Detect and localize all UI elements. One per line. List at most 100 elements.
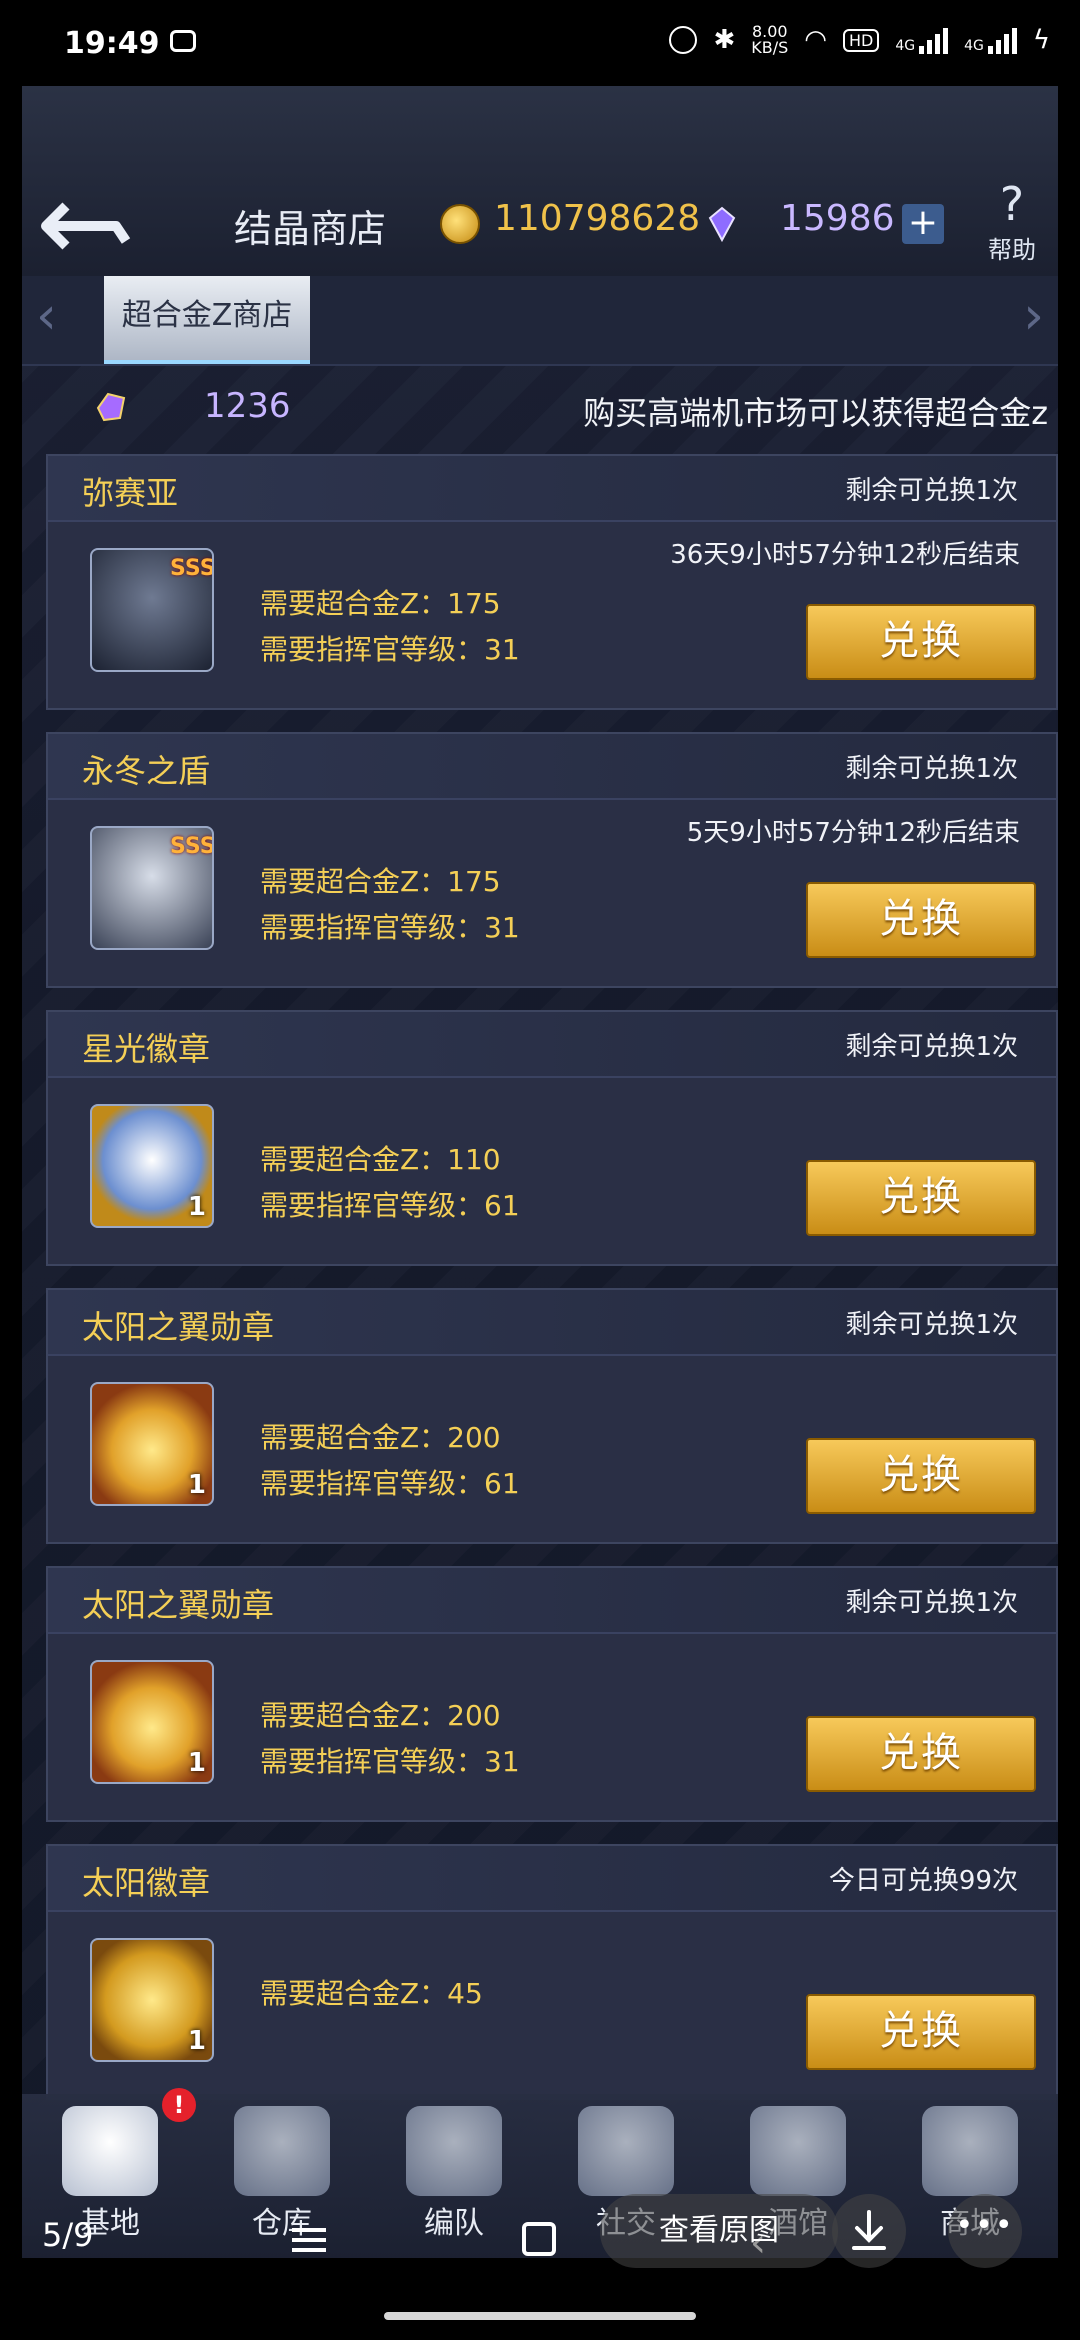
wifi-icon: ◠ — [804, 25, 827, 55]
tab-next-arrow-icon[interactable]: › — [1023, 286, 1044, 346]
item-thumbnail[interactable]: 1 — [90, 1104, 214, 1228]
charging-icon: ϟ — [1032, 25, 1050, 55]
required-alloy: 需要超合金Z：200 — [260, 1421, 501, 1454]
item-remaining: 剩余可兑换1次 — [845, 476, 1018, 506]
view-original-button[interactable]: 查看原图 — [600, 2194, 838, 2268]
net-speed-unit: KB/S — [751, 38, 789, 57]
nav-formation[interactable]: 编队 — [394, 2106, 514, 2241]
shop-item-card: 星光徽章 剩余可兑换1次 1 需要超合金Z：110 需要指挥官等级：61 兑换 — [46, 1010, 1058, 1266]
exchange-button[interactable]: 兑换 — [806, 882, 1036, 958]
gold-amount: 110798628 — [494, 198, 701, 239]
warehouse-icon — [234, 2106, 330, 2196]
download-button[interactable] — [832, 2194, 906, 2268]
help-label: 帮助 — [988, 236, 1036, 264]
helmet-icon — [406, 2106, 502, 2196]
shop-item-card: 太阳之翼勋章 剩余可兑换1次 1 需要超合金Z：200 需要指挥官等级：61 兑… — [46, 1288, 1058, 1544]
required-level: 需要指挥官等级：31 — [260, 911, 520, 944]
item-name: 太阳徽章 — [82, 1864, 211, 1902]
nav-warehouse[interactable]: 仓库 — [222, 2106, 342, 2241]
item-header: 太阳之翼勋章 剩余可兑换1次 — [48, 1290, 1056, 1356]
tab-alloy-z-shop[interactable]: 超合金Z商店 — [104, 276, 310, 364]
gold-coin-icon — [440, 204, 480, 244]
beer-mug-icon — [750, 2106, 846, 2196]
home-square-icon[interactable] — [522, 2222, 556, 2256]
item-thumbnail[interactable]: 1 — [90, 1382, 214, 1506]
required-level: 需要指挥官等级：61 — [260, 1467, 520, 1500]
more-options-button[interactable]: ••• — [948, 2194, 1022, 2268]
alloy-z-hint: 购买高端机市场可以获得超合金z — [583, 394, 1048, 432]
item-remaining: 今日可兑换99次 — [828, 1866, 1018, 1896]
rarity-badge: SSS — [170, 834, 214, 859]
exchange-button[interactable]: 兑换 — [806, 1716, 1036, 1792]
help-icon: ? — [999, 177, 1025, 231]
item-header: 太阳徽章 今日可兑换99次 — [48, 1846, 1056, 1912]
required-alloy: 需要超合金Z：45 — [260, 1977, 483, 2010]
hd-badge: HD — [842, 28, 880, 52]
game-screen: 结晶商店 110798628 15986 + ? 帮助 ‹ 超合金Z商店 › 1… — [22, 86, 1058, 2236]
signal-2-label: 4G — [964, 38, 984, 54]
required-alloy: 需要超合金Z：110 — [260, 1143, 501, 1176]
item-remaining: 剩余可兑换1次 — [845, 754, 1018, 784]
mall-robot-icon — [922, 2106, 1018, 2196]
item-remaining: 剩余可兑换1次 — [845, 1032, 1018, 1062]
status-icons: ✱ 8.00 KB/S ◠ HD 4G 4G ϟ — [669, 24, 1050, 56]
shop-header: 结晶商店 110798628 15986 + ? 帮助 — [22, 86, 1058, 276]
signal-1-bars-icon — [919, 26, 949, 54]
nav-label: 编队 — [424, 2206, 484, 2241]
download-icon — [852, 2210, 886, 2250]
exchange-button[interactable]: 兑换 — [806, 604, 1036, 680]
net-speed: 8.00 KB/S — [751, 24, 788, 56]
item-name: 弥赛亚 — [82, 474, 179, 512]
item-thumbnail[interactable]: SSS — [90, 826, 214, 950]
required-alloy: 需要超合金Z：200 — [260, 1699, 501, 1732]
exchange-button[interactable]: 兑换 — [806, 1438, 1036, 1514]
signal-1-label: 4G — [895, 38, 916, 54]
signal-2-bars-icon — [987, 26, 1017, 54]
signal-1: 4G — [895, 26, 949, 54]
tab-prev-arrow-icon[interactable]: ‹ — [36, 286, 57, 346]
item-count: 1 — [187, 1470, 206, 1500]
item-name: 太阳之翼勋章 — [82, 1586, 275, 1624]
required-alloy: 需要超合金Z：175 — [260, 587, 501, 620]
item-name: 星光徽章 — [82, 1030, 211, 1068]
shop-item-card: 弥赛亚 剩余可兑换1次 36天9小时57分钟12秒后结束 SSS 需要超合金Z：… — [46, 454, 1058, 710]
alloy-currency-row: 1236 购买高端机市场可以获得超合金z — [22, 376, 1058, 446]
item-name: 太阳之翼勋章 — [82, 1308, 275, 1346]
signal-2: 4G — [964, 26, 1017, 54]
exchange-button[interactable]: 兑换 — [806, 1160, 1036, 1236]
status-time: 19:49 — [64, 26, 160, 61]
tv-app-icon — [170, 30, 196, 52]
shop-title: 结晶商店 — [234, 207, 387, 251]
item-header: 永冬之盾 剩余可兑换1次 — [48, 734, 1056, 800]
required-level: 需要指挥官等级：31 — [260, 633, 520, 666]
item-thumbnail[interactable]: SSS — [90, 548, 214, 672]
item-header: 太阳之翼勋章 剩余可兑换1次 — [48, 1568, 1056, 1634]
menu-icon[interactable] — [290, 2224, 328, 2256]
page-indicator: 5/9 — [42, 2216, 94, 2254]
item-header: 弥赛亚 剩余可兑换1次 — [48, 456, 1056, 522]
back-arrow-icon — [41, 202, 131, 250]
exchange-button[interactable]: 兑换 — [806, 1994, 1036, 2070]
item-remaining: 剩余可兑换1次 — [845, 1588, 1018, 1618]
diamond-amount: 15986 — [780, 198, 895, 239]
shop-tab-bar: ‹ 超合金Z商店 › — [22, 276, 1058, 366]
rarity-badge: SSS — [170, 556, 214, 581]
shop-item-card: 太阳徽章 今日可兑换99次 1 需要超合金Z：45 兑换 — [46, 1844, 1058, 2100]
back-button[interactable] — [36, 186, 146, 266]
item-end-time: 5天9小时57分钟12秒后结束 — [686, 818, 1020, 848]
item-count: 1 — [187, 1748, 206, 1778]
item-thumbnail[interactable]: 1 — [90, 1660, 214, 1784]
alert-badge-icon: ! — [162, 2088, 196, 2122]
help-button[interactable]: ? 帮助 — [972, 178, 1052, 288]
handshake-icon — [578, 2106, 674, 2196]
diamond-icon — [708, 206, 736, 243]
home-indicator[interactable] — [384, 2312, 696, 2320]
item-thumbnail[interactable]: 1 — [90, 1938, 214, 2062]
bluetooth-icon: ✱ — [713, 25, 736, 55]
alloy-z-amount: 1236 — [204, 386, 291, 426]
item-remaining: 剩余可兑换1次 — [845, 1310, 1018, 1340]
required-level: 需要指挥官等级：31 — [260, 1745, 520, 1778]
alloy-z-crystal-icon — [96, 392, 126, 422]
status-bar: 19:49 ✱ 8.00 KB/S ◠ HD 4G 4G ϟ — [0, 0, 1080, 86]
add-diamond-button[interactable]: + — [902, 204, 944, 244]
